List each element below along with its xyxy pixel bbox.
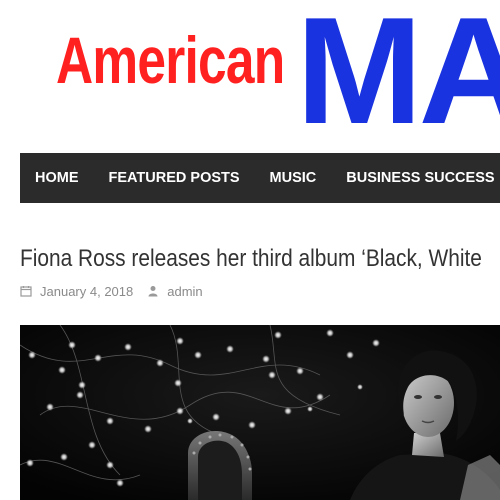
post-author[interactable]: admin — [147, 283, 203, 299]
article-featured-image[interactable] — [20, 325, 500, 500]
nav-item-home[interactable]: HOME — [20, 153, 94, 203]
user-icon — [148, 286, 158, 297]
nav-item-featured-posts[interactable]: FEATURED POSTS — [94, 153, 255, 203]
nav-item-business-success[interactable]: BUSINESS SUCCESS — [331, 153, 500, 203]
logo-mag-text: MAG — [296, 0, 500, 150]
calendar-icon — [20, 286, 32, 297]
post-author-text: admin — [167, 283, 203, 299]
article-title[interactable]: Fiona Ross releases her third album ‘Bla… — [20, 244, 500, 274]
nav-item-music[interactable]: MUSIC — [255, 153, 332, 203]
post-date[interactable]: January 4, 2018 — [20, 284, 133, 299]
site-logo[interactable]: American MAG — [0, 0, 500, 150]
logo-american-text: American — [56, 23, 285, 97]
article-meta: January 4, 2018 admin — [20, 281, 217, 301]
photo-illustration — [20, 325, 500, 500]
post-date-text: January 4, 2018 — [40, 283, 134, 299]
main-navigation: HOME FEATURED POSTS MUSIC BUSINESS SUCCE… — [20, 153, 500, 203]
